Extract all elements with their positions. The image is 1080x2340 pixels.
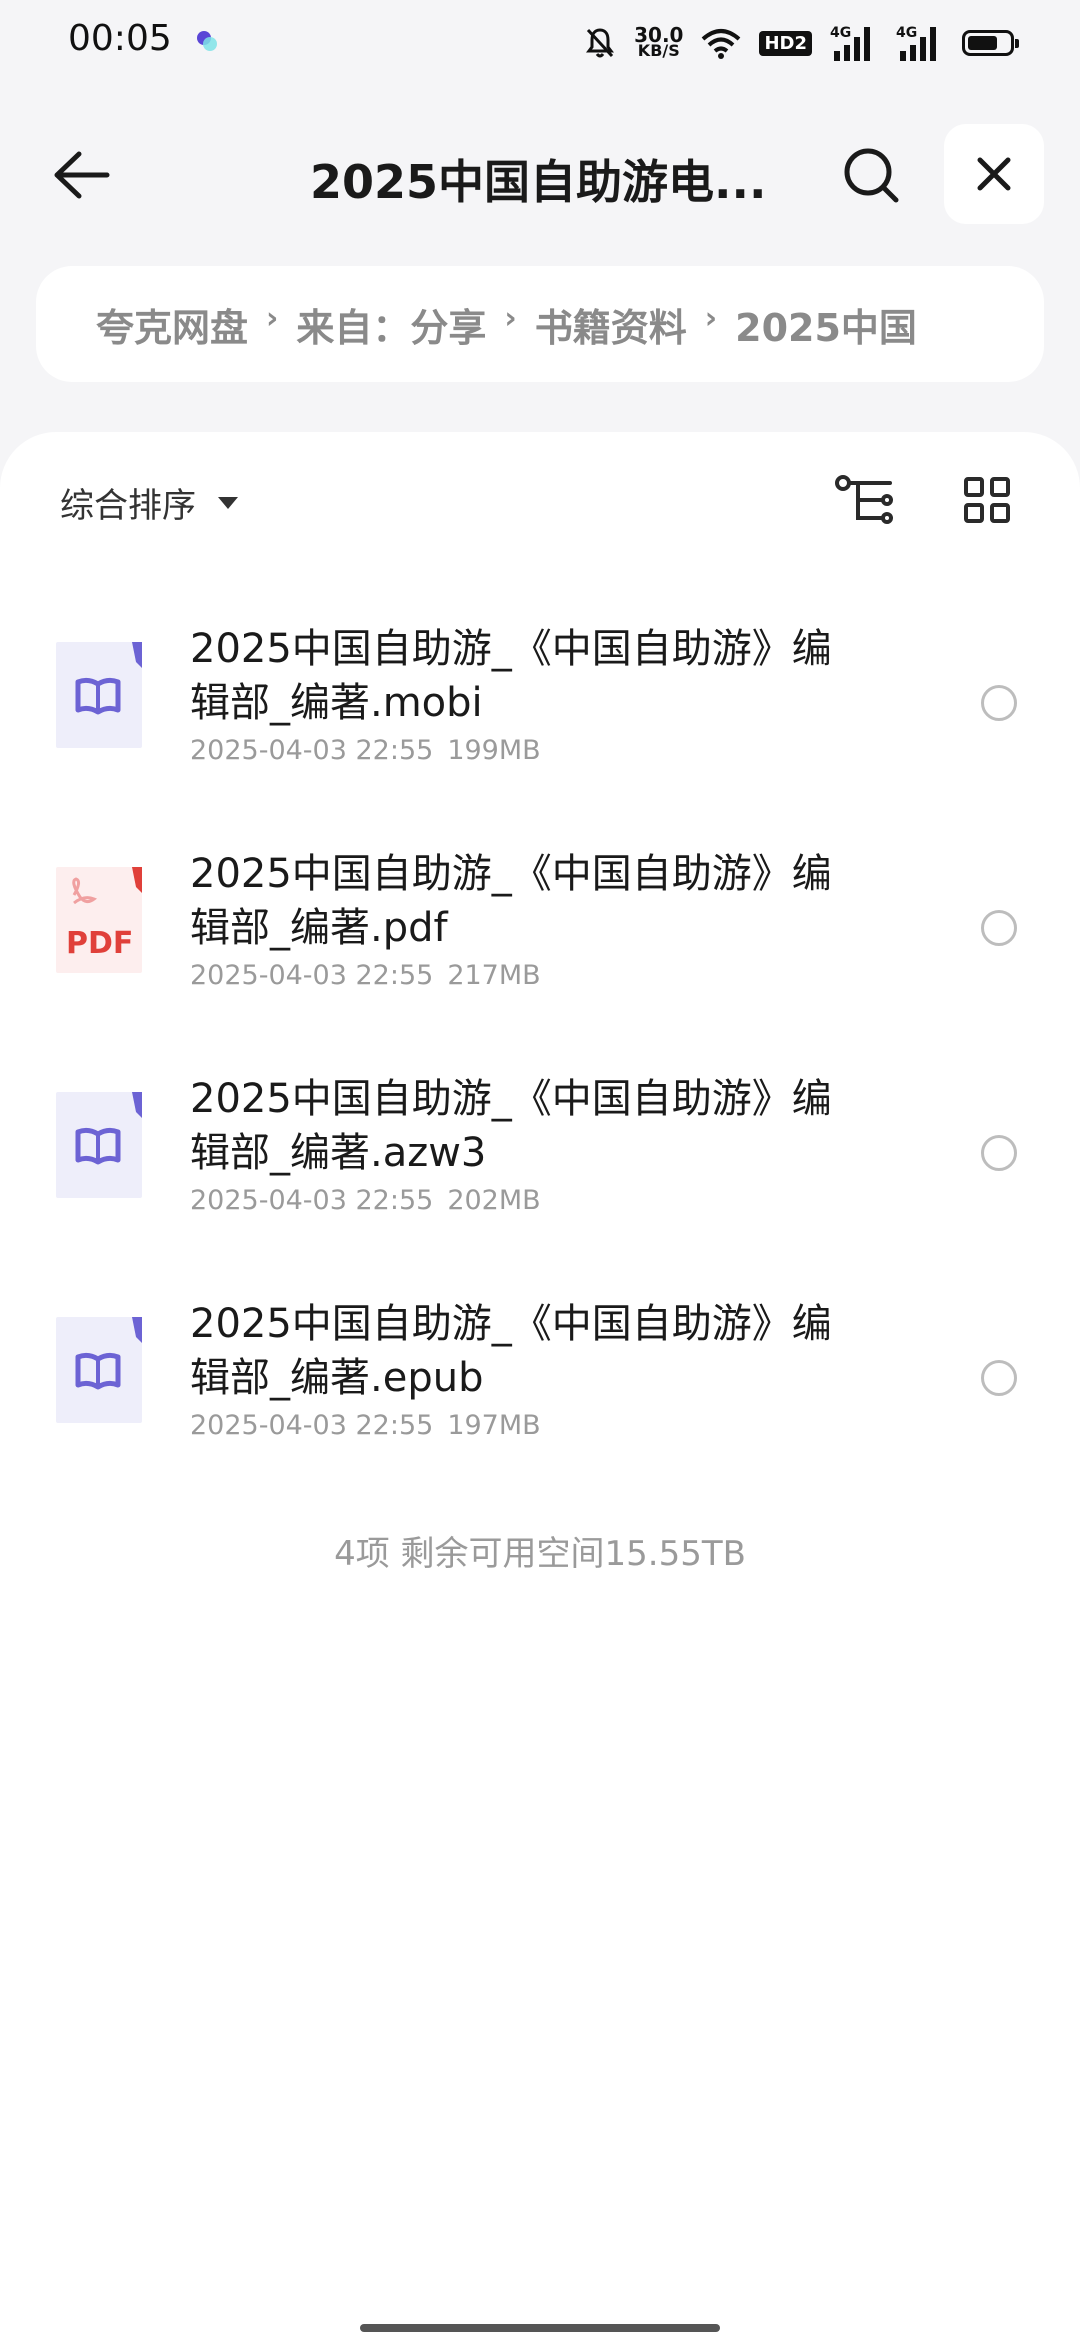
search-button[interactable] xyxy=(836,140,906,210)
file-meta: 2025-04-03 22:55 217MB xyxy=(190,960,541,991)
breadcrumb-item-share[interactable]: 来自：分享 xyxy=(296,297,486,352)
file-meta: 2025-04-03 22:55 197MB xyxy=(190,1410,541,1441)
tree-view-button[interactable] xyxy=(830,468,900,532)
home-indicator[interactable] xyxy=(360,2324,720,2332)
book-file-icon xyxy=(56,1317,142,1423)
mute-bell-icon xyxy=(586,28,615,58)
close-icon xyxy=(977,157,1011,191)
status-icons: 30.0 KB/S HD2 4G 4G xyxy=(584,18,1019,68)
file-size: 217MB xyxy=(447,960,541,991)
storage-summary: 4项 剩余可用空间15.55TB xyxy=(334,1534,746,1574)
select-checkbox[interactable] xyxy=(981,1135,1017,1171)
file-date: 2025-04-03 22:55 xyxy=(190,1410,434,1441)
page-title: 2025中国自助游电... xyxy=(310,155,767,209)
breadcrumb-item-root[interactable]: 夸克网盘 xyxy=(96,297,248,352)
select-checkbox[interactable] xyxy=(981,1360,1017,1396)
chevron-right-icon: › xyxy=(504,300,517,336)
file-meta: 2025-04-03 22:55 202MB xyxy=(190,1185,541,1216)
file-size: 199MB xyxy=(447,735,541,766)
wifi-icon xyxy=(702,29,741,59)
status-time: 00:05 xyxy=(68,18,172,59)
book-file-icon xyxy=(56,642,142,748)
tree-structure-icon xyxy=(835,475,893,524)
grid-icon xyxy=(964,477,1010,523)
caret-down-icon xyxy=(218,496,238,509)
grid-view-button[interactable] xyxy=(952,468,1022,532)
arrow-left-icon xyxy=(54,151,110,199)
chevron-right-icon: › xyxy=(704,300,718,336)
file-size: 197MB xyxy=(447,1410,541,1441)
file-name: 2025中国自助游_《中国自助游》编辑部_编著.pdf xyxy=(190,851,832,951)
sort-label: 综合排序 xyxy=(60,486,196,526)
file-name: 2025中国自助游_《中国自助游》编辑部_编著.mobi xyxy=(190,626,832,726)
pdf-file-icon: PDF xyxy=(56,867,142,973)
file-row[interactable]: 2025中国自助游_《中国自助游》编辑部_编著.azw3 2025-04-03 … xyxy=(0,1050,1080,1275)
file-date: 2025-04-03 22:55 xyxy=(190,735,434,766)
signal-icon: 4G xyxy=(830,25,878,61)
battery-icon xyxy=(962,30,1019,56)
signal-icon: 4G xyxy=(896,25,944,61)
back-button[interactable] xyxy=(46,140,116,210)
breadcrumb-item-books[interactable]: 书籍资料 xyxy=(535,297,687,352)
file-date: 2025-04-03 22:55 xyxy=(190,960,434,991)
file-meta: 2025-04-03 22:55 199MB xyxy=(190,735,541,766)
file-size: 202MB xyxy=(447,1185,541,1216)
file-name: 2025中国自助游_《中国自助游》编辑部_编著.epub xyxy=(190,1301,832,1401)
file-row[interactable]: 2025中国自助游_《中国自助游》编辑部_编著.mobi 2025-04-03 … xyxy=(0,600,1080,825)
breadcrumb: 夸克网盘 › 来自：分享 › 书籍资料 › 2025中国 xyxy=(36,266,1044,382)
select-checkbox[interactable] xyxy=(981,685,1017,721)
file-name: 2025中国自助游_《中国自助游》编辑部_编著.azw3 xyxy=(190,1076,832,1176)
pdf-type-label: PDF xyxy=(66,926,133,961)
chevron-right-icon: › xyxy=(266,300,279,336)
file-date: 2025-04-03 22:55 xyxy=(190,1185,434,1216)
app-dot-icon xyxy=(197,31,217,51)
search-icon xyxy=(844,148,899,203)
sort-button[interactable]: 综合排序 xyxy=(60,478,238,527)
close-button[interactable] xyxy=(944,124,1044,224)
select-checkbox[interactable] xyxy=(981,910,1017,946)
book-file-icon xyxy=(56,1092,142,1198)
breadcrumb-item-current[interactable]: 2025中国 xyxy=(735,297,917,352)
file-row[interactable]: 2025中国自助游_《中国自助游》编辑部_编著.epub 2025-04-03 … xyxy=(0,1275,1080,1500)
net-speed: 30.0 KB/S xyxy=(634,23,684,60)
file-row[interactable]: PDF 2025中国自助游_《中国自助游》编辑部_编著.pdf 2025-04-… xyxy=(0,825,1080,1050)
hd-badge: HD2 xyxy=(759,30,812,56)
